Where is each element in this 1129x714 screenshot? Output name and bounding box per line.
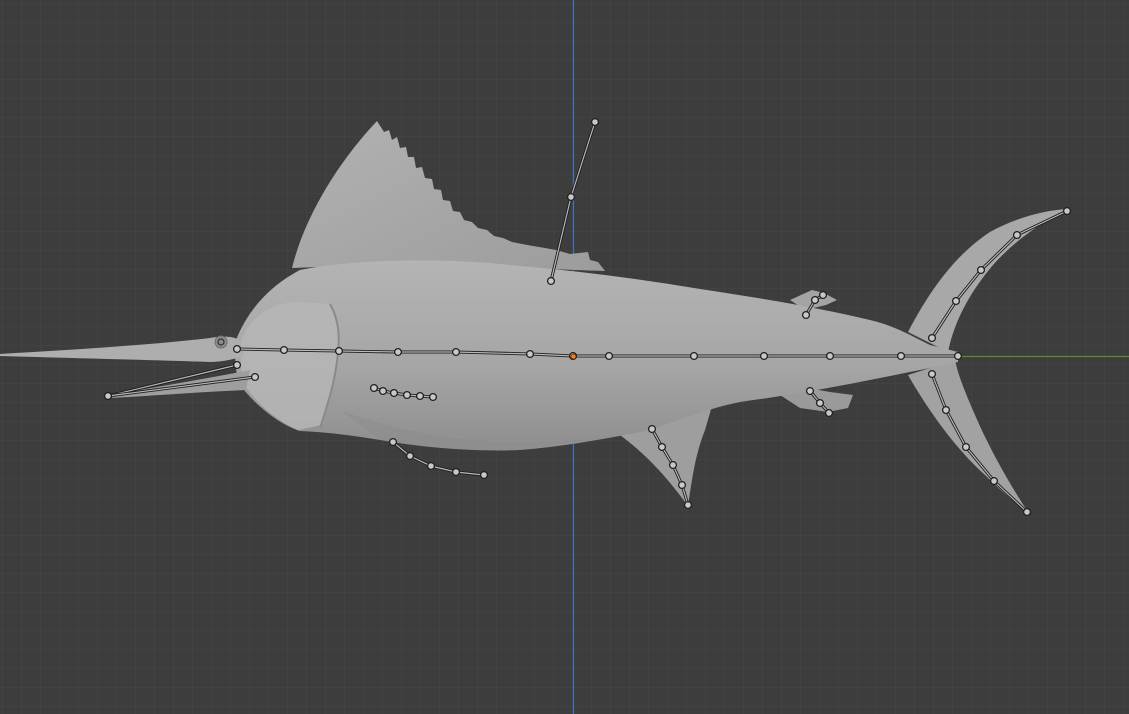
- bone-joint[interactable]: [525, 349, 535, 359]
- bone-joint[interactable]: [428, 392, 438, 402]
- bone-joint[interactable]: [479, 470, 489, 480]
- bone-joint[interactable]: [389, 388, 399, 398]
- bone-joint[interactable]: [824, 408, 834, 418]
- bone-joint[interactable]: [334, 346, 344, 356]
- bone-joint[interactable]: [402, 390, 412, 400]
- bone-joint[interactable]: [393, 347, 403, 357]
- bone-joint[interactable]: [250, 372, 260, 382]
- bone-joint[interactable]: [415, 391, 425, 401]
- bone-joint[interactable]: [951, 296, 961, 306]
- bone-joint[interactable]: [103, 391, 113, 401]
- bone-joint[interactable]: [566, 192, 576, 202]
- bone-joint[interactable]: [953, 351, 963, 361]
- bone-joint[interactable]: [805, 386, 815, 396]
- bone-joint[interactable]: [604, 351, 614, 361]
- bone-joint[interactable]: [961, 442, 971, 452]
- bone-joint[interactable]: [647, 424, 657, 434]
- bone-joint[interactable]: [989, 476, 999, 486]
- bone-joint[interactable]: [451, 347, 461, 357]
- bone-joint[interactable]: [369, 383, 379, 393]
- bone-joint[interactable]: [426, 461, 436, 471]
- bone-joint[interactable]: [927, 369, 937, 379]
- bone-joint[interactable]: [896, 351, 906, 361]
- bone-joint[interactable]: [759, 351, 769, 361]
- 3d-viewport[interactable]: [0, 0, 1129, 714]
- bone-joint[interactable]: [546, 276, 556, 286]
- bone-joint[interactable]: [677, 480, 687, 490]
- bone-joint[interactable]: [976, 265, 986, 275]
- eye-mesh: [214, 335, 228, 349]
- bone-joint[interactable]: [1062, 206, 1072, 216]
- bone-joint[interactable]: [815, 398, 825, 408]
- object-origin[interactable]: [570, 353, 577, 360]
- bone-joint[interactable]: [232, 344, 242, 354]
- bone-joint[interactable]: [689, 351, 699, 361]
- bone-joint[interactable]: [590, 117, 600, 127]
- bone-joint[interactable]: [668, 460, 678, 470]
- bone-joint[interactable]: [232, 360, 242, 370]
- bone-joint[interactable]: [941, 405, 951, 415]
- bone-joint[interactable]: [927, 333, 937, 343]
- bone-joint[interactable]: [405, 451, 415, 461]
- bone-joint[interactable]: [683, 500, 693, 510]
- bone-joint[interactable]: [818, 290, 828, 300]
- viewport-canvas[interactable]: [0, 0, 1129, 714]
- bone-joint[interactable]: [801, 310, 811, 320]
- bone-joint[interactable]: [1012, 230, 1022, 240]
- bone-joint[interactable]: [378, 386, 388, 396]
- bone-joint[interactable]: [825, 351, 835, 361]
- bone-joint[interactable]: [1022, 507, 1032, 517]
- bone-joint[interactable]: [451, 467, 461, 477]
- bone-joint[interactable]: [657, 442, 667, 452]
- bone-joint[interactable]: [388, 437, 398, 447]
- bone-joint[interactable]: [810, 295, 820, 305]
- bone-joint[interactable]: [279, 345, 289, 355]
